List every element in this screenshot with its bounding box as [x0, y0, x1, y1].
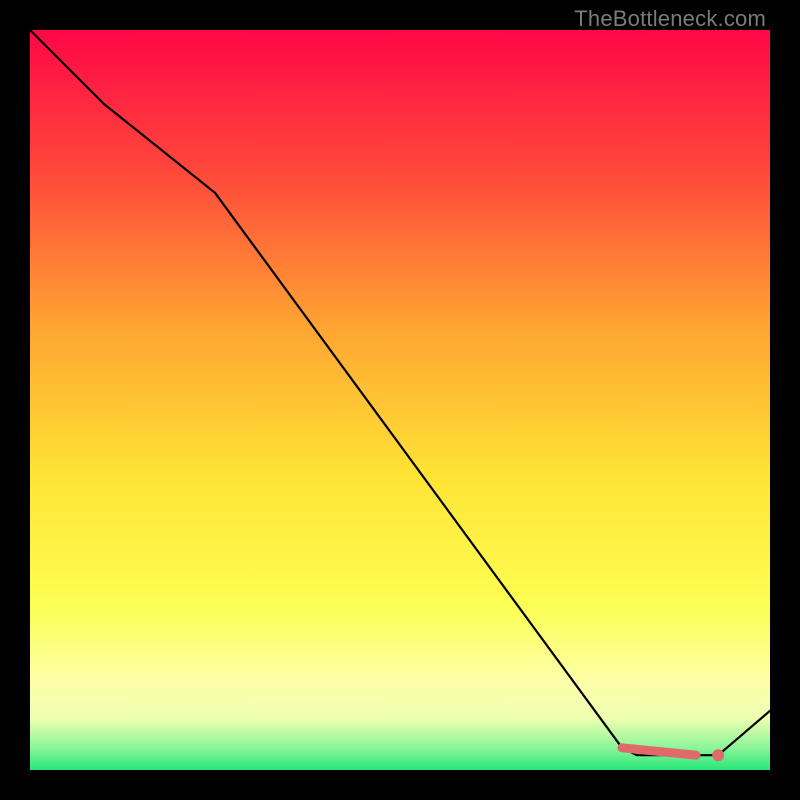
marker-end-dot	[712, 749, 724, 761]
plot-area	[30, 30, 770, 770]
watermark-text: TheBottleneck.com	[574, 6, 766, 32]
data-curve	[30, 30, 770, 755]
line-layer	[30, 30, 770, 770]
chart-frame: TheBottleneck.com	[0, 0, 800, 800]
